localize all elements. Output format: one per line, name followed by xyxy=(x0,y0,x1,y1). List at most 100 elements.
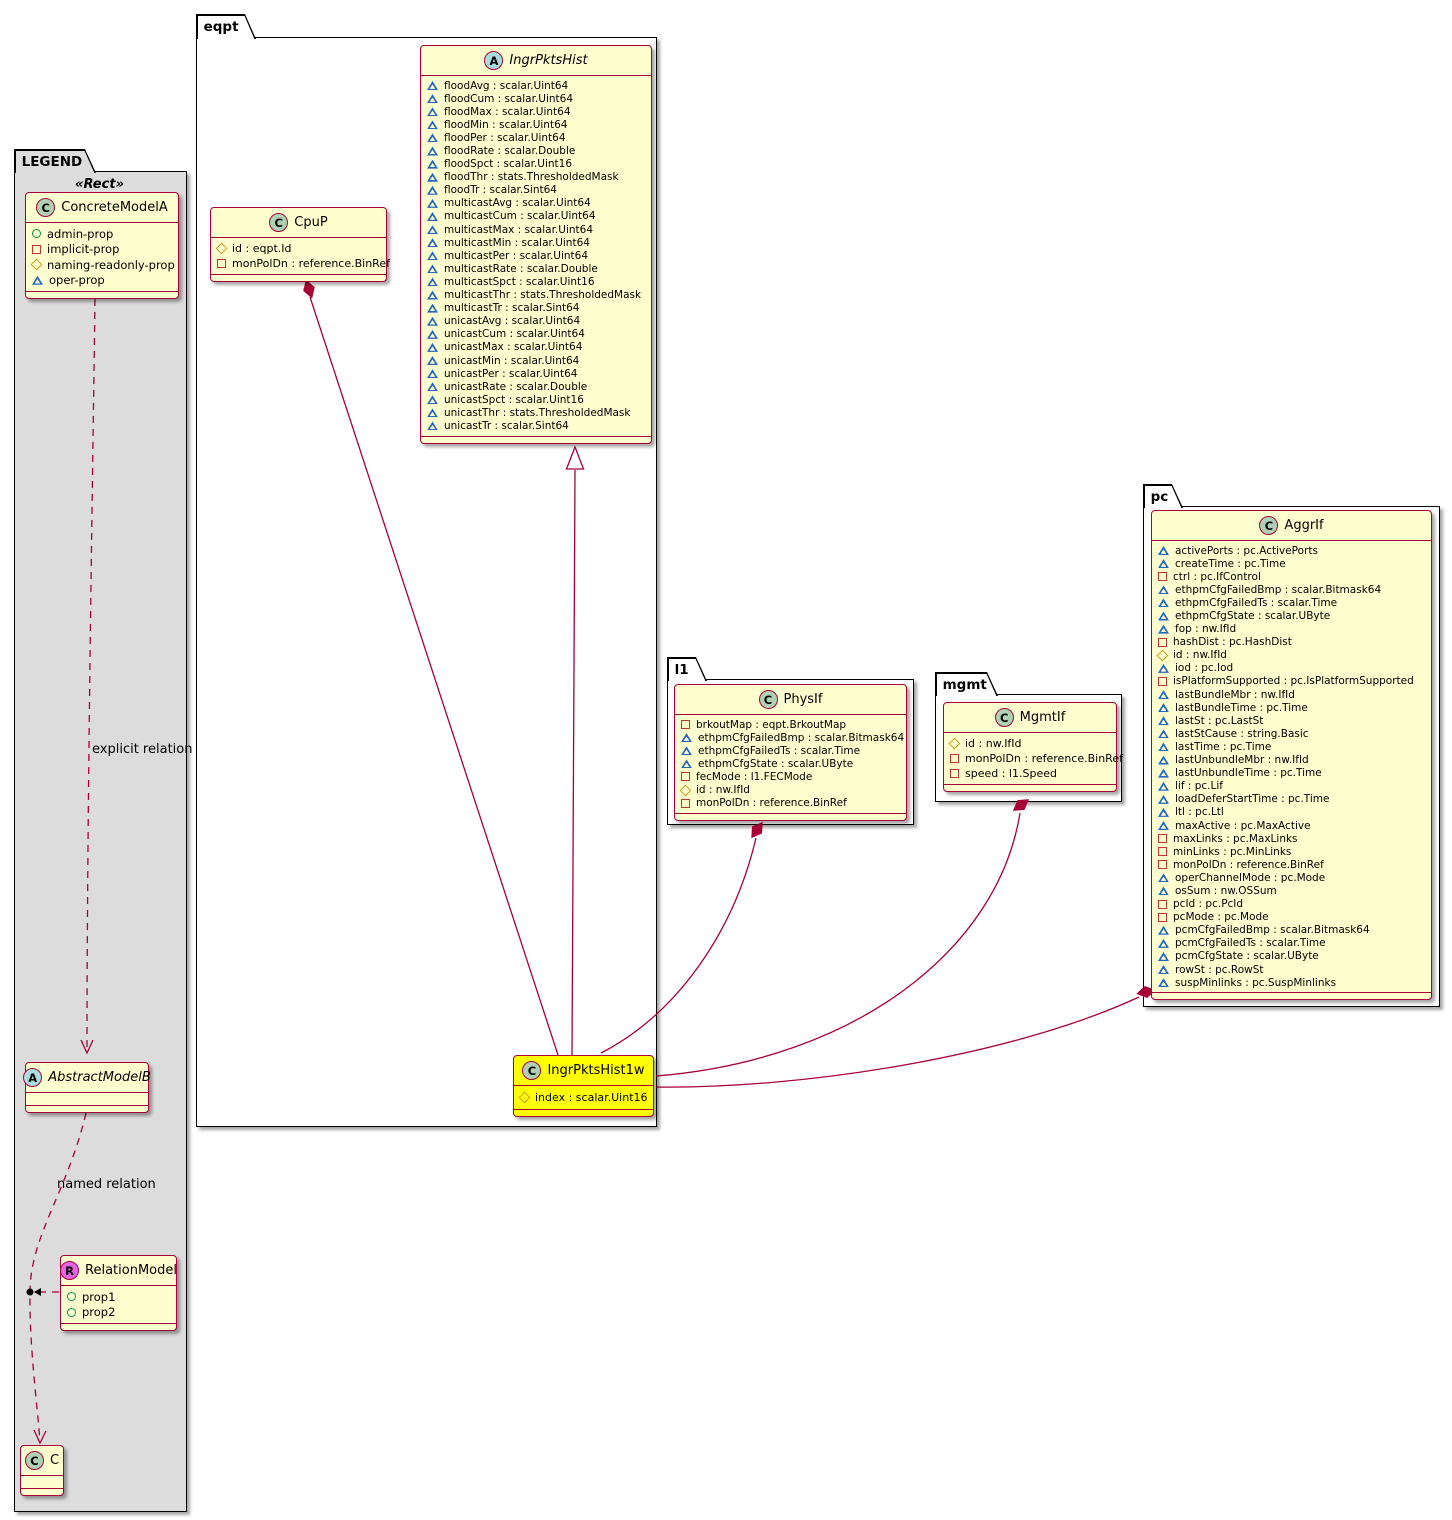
class-physif: CPhysIfbrkoutMap : eqpt.BrkoutMapethpmCf… xyxy=(674,684,907,821)
oper-prop-icon xyxy=(427,317,438,326)
attribute-text: lastSt : pc.LastSt xyxy=(1175,715,1263,727)
abstract-spot-icon: A xyxy=(23,1068,42,1087)
implicit-prop-icon xyxy=(681,799,690,808)
package-mgmt-label: mgmt xyxy=(943,677,987,693)
attribute-text: unicastAvg : scalar.Uint64 xyxy=(444,315,580,327)
attribute-text: unicastThr : stats.ThresholdedMask xyxy=(444,407,630,419)
attribute-text: ctrl : pc.IfControl xyxy=(1173,571,1261,583)
naming-readonly-prop-icon xyxy=(31,259,43,271)
methods-compartment xyxy=(421,436,651,443)
uml-class-diagram: LEGEND eqpt l1 mgmt pc «Rect» explicit r… xyxy=(0,0,1452,1520)
attribute-row: monPolDn : reference.BinRef xyxy=(211,256,386,271)
attribute-text: pcMode : pc.Mode xyxy=(1173,911,1269,923)
oper-prop-icon xyxy=(1158,939,1169,948)
class-spot-icon: C xyxy=(995,708,1014,727)
oper-prop-icon xyxy=(427,133,438,142)
attribute-text: isPlatformSupported : pc.IsPlatformSuppo… xyxy=(1173,675,1414,687)
class-name: MgmtIf xyxy=(1020,710,1066,725)
implicit-prop-icon xyxy=(950,769,959,778)
attribute-text: unicastCum : scalar.Uint64 xyxy=(444,328,585,340)
class-title: CPhysIf xyxy=(675,685,906,715)
attribute-text: monPolDn : reference.BinRef xyxy=(232,257,390,270)
naming-readonly-prop-icon xyxy=(949,738,961,750)
attribute-row: iod : pc.Iod xyxy=(1152,662,1431,675)
attributes-compartment xyxy=(26,1093,148,1105)
attribute-text: floodThr : stats.ThresholdedMask xyxy=(444,171,619,183)
class-title: C MgmtIf xyxy=(944,703,1116,733)
attribute-text: unicastSpct : scalar.Uint16 xyxy=(444,394,584,406)
package-pc-label: pc xyxy=(1151,489,1169,505)
attribute-text: oper-prop xyxy=(49,273,105,287)
attributes-compartment: floodAvg : scalar.Uint64floodCum : scala… xyxy=(421,76,651,436)
attribute-row: pcId : pc.PcId xyxy=(1152,898,1431,911)
package-l1-label: l1 xyxy=(675,662,689,678)
class-title: CCpuP xyxy=(211,208,386,238)
attribute-text: floodCum : scalar.Uint64 xyxy=(444,93,573,105)
attribute-text: multicastCum : scalar.Uint64 xyxy=(444,210,596,222)
attribute-text: multicastTr : scalar.Sint64 xyxy=(444,302,579,314)
oper-prop-icon xyxy=(1158,585,1169,594)
oper-prop-icon xyxy=(427,408,438,417)
class-mgmtif: CMgmtIfid : nw.IfIdmonPolDn : reference.… xyxy=(943,702,1117,792)
attribute-text: floodMax : scalar.Uint64 xyxy=(444,106,571,118)
attributes-compartment: prop1prop2 xyxy=(61,1286,176,1323)
attribute-row: fecMode : l1.FECMode xyxy=(675,770,906,783)
attribute-row: id : nw.IfId xyxy=(944,736,1116,751)
attribute-text: floodPer : scalar.Uint64 xyxy=(444,132,566,144)
naming-readonly-prop-icon xyxy=(680,784,692,796)
implicit-prop-icon xyxy=(1158,638,1167,647)
class-spot-icon: C xyxy=(36,198,55,217)
oper-prop-icon xyxy=(427,238,438,247)
attribute-row: ethpmCfgState : scalar.UByte xyxy=(1152,609,1431,622)
methods-compartment xyxy=(514,1109,653,1116)
attribute-row: fop : nw.IfId xyxy=(1152,623,1431,636)
class-c: CC xyxy=(20,1445,64,1496)
attribute-row: id : eqpt.Id xyxy=(211,241,386,256)
implicit-prop-icon xyxy=(32,245,41,254)
oper-prop-icon xyxy=(427,369,438,378)
class-spot-icon: C xyxy=(269,213,288,232)
attribute-text: multicastMax : scalar.Uint64 xyxy=(444,224,593,236)
attribute-row: lastUnbundleMbr : nw.IfId xyxy=(1152,754,1431,767)
oper-prop-icon xyxy=(427,421,438,430)
attribute-text: multicastMin : scalar.Uint64 xyxy=(444,237,590,249)
attribute-text: implicit-prop xyxy=(47,242,119,256)
attribute-row: floodCum : scalar.Uint64 xyxy=(421,92,651,105)
attribute-row: floodPer : scalar.Uint64 xyxy=(421,131,651,144)
class-name: PhysIf xyxy=(784,692,823,707)
attribute-row: multicastMin : scalar.Uint64 xyxy=(421,236,651,249)
implicit-prop-icon xyxy=(217,259,226,268)
attribute-text: lastBundleMbr : nw.IfId xyxy=(1175,689,1295,701)
attribute-text: lastTime : pc.Time xyxy=(1175,741,1271,753)
package-l1-tab: l1 xyxy=(667,657,707,681)
attribute-row: multicastCum : scalar.Uint64 xyxy=(421,210,651,223)
oper-prop-icon xyxy=(427,173,438,182)
attributes-compartment: index : scalar.Uint16 xyxy=(514,1086,653,1109)
attribute-text: lastUnbundleMbr : nw.IfId xyxy=(1175,754,1309,766)
naming-readonly-prop-icon xyxy=(1157,649,1169,661)
class-ingrpktshist: AIngrPktsHistfloodAvg : scalar.Uint64flo… xyxy=(420,45,652,444)
attribute-row: speed : l1.Speed xyxy=(944,766,1116,781)
attribute-text: lif : pc.Lif xyxy=(1175,780,1223,792)
class-name: AbstractModelB xyxy=(48,1070,151,1085)
attribute-row: loadDeferStartTime : pc.Time xyxy=(1152,793,1431,806)
attribute-row: pcmCfgState : scalar.UByte xyxy=(1152,950,1431,963)
oper-prop-icon xyxy=(1158,978,1169,987)
oper-prop-icon xyxy=(1158,769,1169,778)
implicit-prop-icon xyxy=(681,772,690,781)
attribute-row: monPolDn : reference.BinRef xyxy=(675,797,906,810)
attribute-text: speed : l1.Speed xyxy=(965,767,1057,780)
attribute-row: ethpmCfgFailedBmp : scalar.Bitmask64 xyxy=(675,731,906,744)
methods-compartment xyxy=(944,784,1116,791)
class-title: AIngrPktsHist xyxy=(421,46,651,76)
oper-prop-icon xyxy=(1158,873,1169,882)
attribute-text: ethpmCfgFailedBmp : scalar.Bitmask64 xyxy=(1175,584,1381,596)
attribute-text: lastUnbundleTime : pc.Time xyxy=(1175,767,1322,779)
oper-prop-icon xyxy=(32,276,43,285)
class-cpup: CCpuP id : eqpt.IdmonPolDn : reference.Bi… xyxy=(210,207,387,282)
attribute-row: floodTr : scalar.Sint64 xyxy=(421,184,651,197)
attribute-text: multicastThr : stats.ThresholdedMask xyxy=(444,289,641,301)
attribute-row: oper-prop xyxy=(26,273,178,289)
attribute-row: isPlatformSupported : pc.IsPlatformSuppo… xyxy=(1152,675,1431,688)
class-title: CConcreteModelA xyxy=(26,193,178,223)
